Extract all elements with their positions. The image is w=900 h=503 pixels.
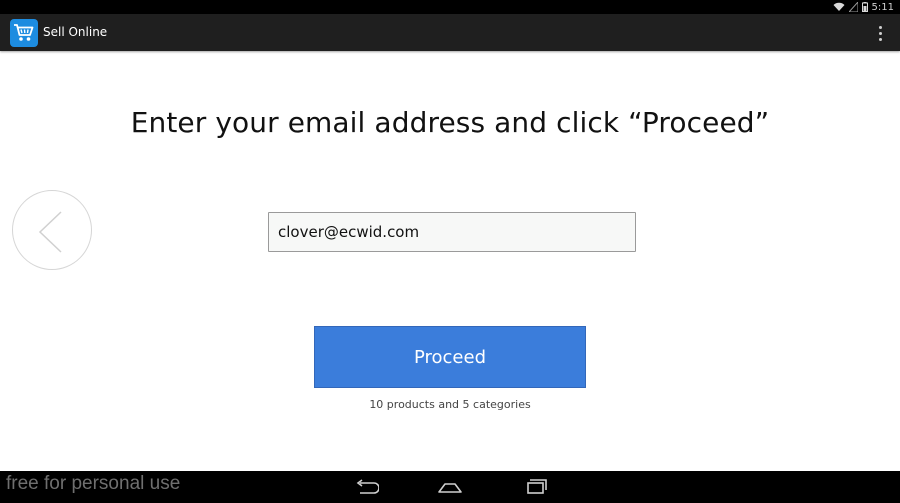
watermark: free for personal use [6, 473, 181, 494]
email-input[interactable] [268, 212, 636, 252]
status-bar: 5:11 [0, 0, 900, 14]
page-title: Enter your email address and click “Proc… [130, 106, 770, 139]
recents-nav-icon [527, 479, 547, 494]
chevron-left-icon [38, 211, 62, 253]
wifi-icon [833, 2, 845, 11]
battery-icon [861, 2, 868, 12]
nav-recents-button[interactable] [522, 477, 548, 497]
action-bar: Sell Online [0, 14, 900, 51]
back-button[interactable] [12, 190, 92, 270]
home-nav-icon [438, 483, 462, 493]
shopping-cart-icon [14, 24, 34, 41]
nav-home-button[interactable] [437, 477, 463, 497]
nav-back-button[interactable] [353, 477, 379, 497]
proceed-button[interactable]: Proceed [314, 326, 586, 388]
app-icon[interactable] [10, 19, 38, 47]
status-icons: 5:11 [833, 0, 894, 14]
signal-icon [848, 2, 858, 12]
catalog-summary: 10 products and 5 categories [369, 398, 531, 411]
nav-bar: free for personal use [0, 471, 900, 503]
status-time: 5:11 [871, 1, 894, 13]
back-nav-icon [356, 479, 379, 494]
app-title: Sell Online [43, 25, 108, 39]
overflow-menu-icon[interactable] [872, 23, 888, 43]
